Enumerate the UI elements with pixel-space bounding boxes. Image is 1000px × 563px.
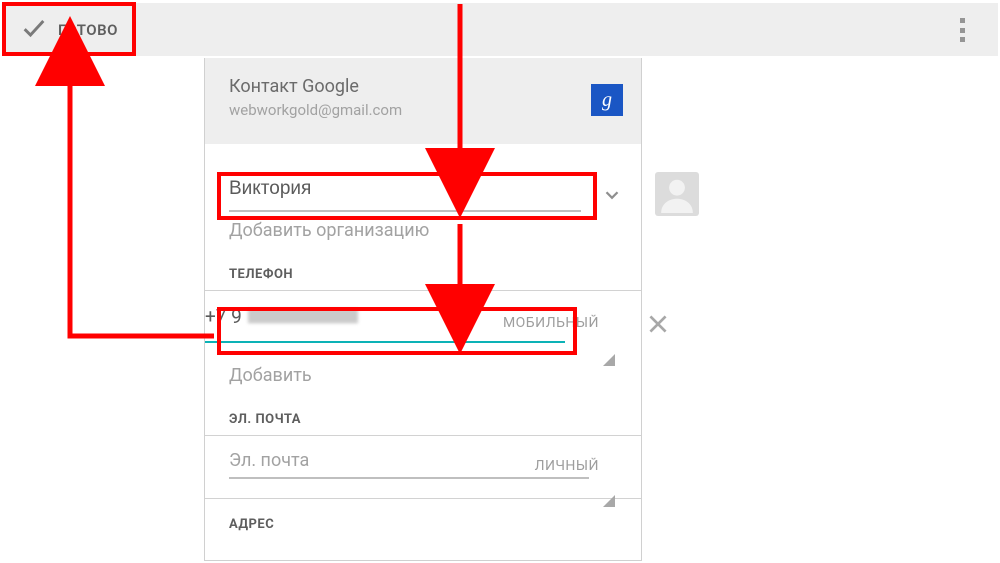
org-placeholder: Добавить организацию (229, 220, 429, 241)
phone-type-selector[interactable]: МОБИЛЬНЫЙ (503, 315, 599, 331)
avatar-placeholder[interactable] (655, 172, 699, 216)
google-icon: g (591, 84, 623, 116)
overflow-menu-button[interactable] (946, 13, 978, 47)
dot-icon (960, 18, 965, 23)
done-button[interactable]: ГОТОВО (2, 3, 142, 57)
phone-value: +7 9 (205, 305, 242, 328)
phone-section-label: ТЕЛЕФОН (205, 241, 641, 290)
dot-icon (960, 37, 965, 42)
add-phone-label: Добавить (229, 365, 312, 386)
done-label: ГОТОВО (58, 21, 118, 39)
account-type: Контакт Google (229, 76, 621, 97)
phone-row: +7 9 МОБИЛЬНЫЙ (205, 291, 641, 347)
address-section-label: АДРЕС (205, 499, 641, 532)
dropdown-indicator-icon (603, 335, 615, 354)
account-header: Контакт Google webworkgold@gmail.com g (205, 58, 641, 144)
redacted-digits (248, 309, 358, 323)
email-section-label: ЭЛ. ПОЧТА (205, 386, 641, 435)
app-toolbar: ГОТОВО (2, 2, 998, 56)
contact-form: Контакт Google webworkgold@gmail.com g Д… (204, 58, 642, 561)
dropdown-indicator-icon (603, 476, 615, 495)
account-email: webworkgold@gmail.com (229, 101, 621, 119)
remove-phone-button[interactable] (645, 311, 671, 337)
org-row[interactable]: Добавить организацию (205, 200, 641, 241)
dot-icon (960, 28, 965, 33)
email-type-selector[interactable]: ЛИЧНЫЙ (535, 458, 599, 474)
name-row (205, 144, 641, 200)
add-phone-row[interactable]: Добавить (205, 347, 641, 386)
checkmark-icon (20, 14, 48, 46)
email-row: Эл. почта ЛИЧНЫЙ (205, 436, 641, 488)
